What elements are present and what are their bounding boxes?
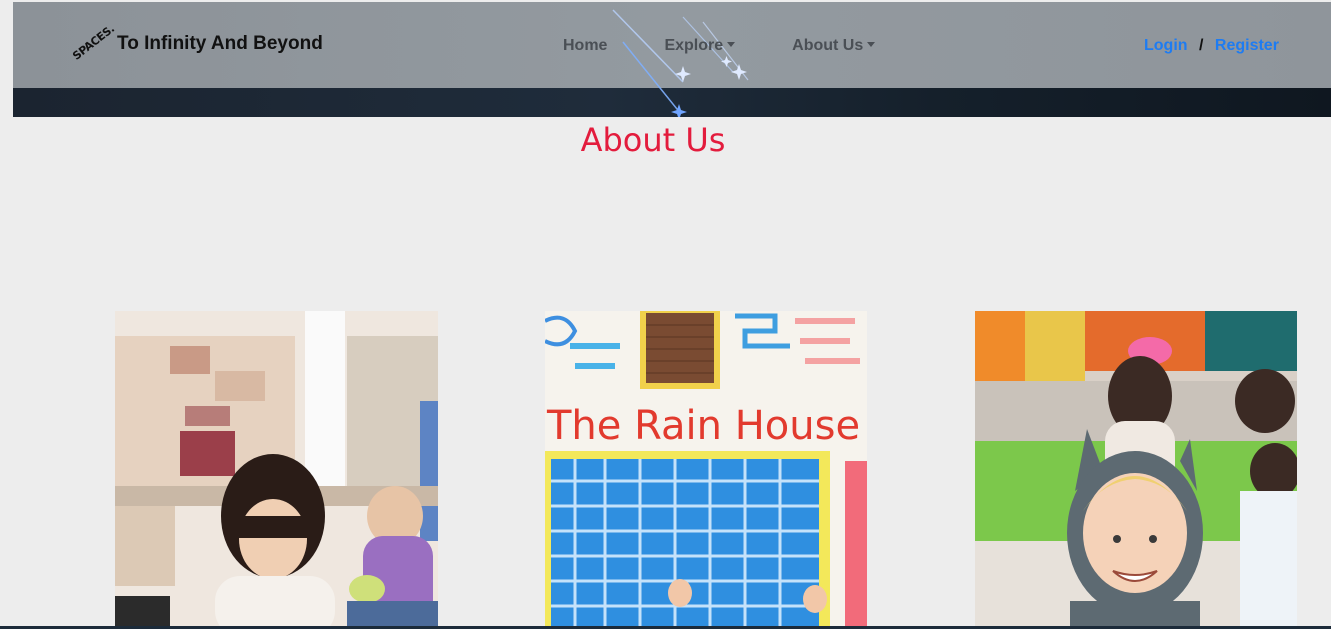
- register-link[interactable]: Register: [1215, 37, 1279, 54]
- nav-explore-dropdown[interactable]: Explore: [664, 37, 735, 55]
- auth-links: Login / Register: [1144, 37, 1279, 55]
- site-title: To Infinity And Beyond: [117, 33, 323, 54]
- photo-rain-house-painting: The Rain House: [545, 311, 867, 629]
- login-link[interactable]: Login: [1144, 37, 1188, 54]
- banner-strip: [13, 88, 1331, 117]
- rain-house-sign: The Rain House: [546, 403, 860, 449]
- page-title: About Us: [580, 121, 726, 159]
- photo-child-playing: [115, 311, 438, 629]
- site-header: SPACES. To Infinity And Beyond Home Expl…: [13, 2, 1331, 117]
- photo-smiling-boy: [975, 311, 1297, 629]
- spaces-logo: SPACES.: [65, 22, 117, 64]
- main-nav: Home Explore About Us: [563, 37, 932, 55]
- auth-separator: /: [1199, 37, 1204, 54]
- logo-text: SPACES.: [70, 22, 117, 63]
- nav-about-dropdown[interactable]: About Us: [792, 37, 875, 55]
- brand[interactable]: SPACES. To Infinity And Beyond: [65, 22, 323, 64]
- nav-home-link[interactable]: Home: [563, 37, 607, 55]
